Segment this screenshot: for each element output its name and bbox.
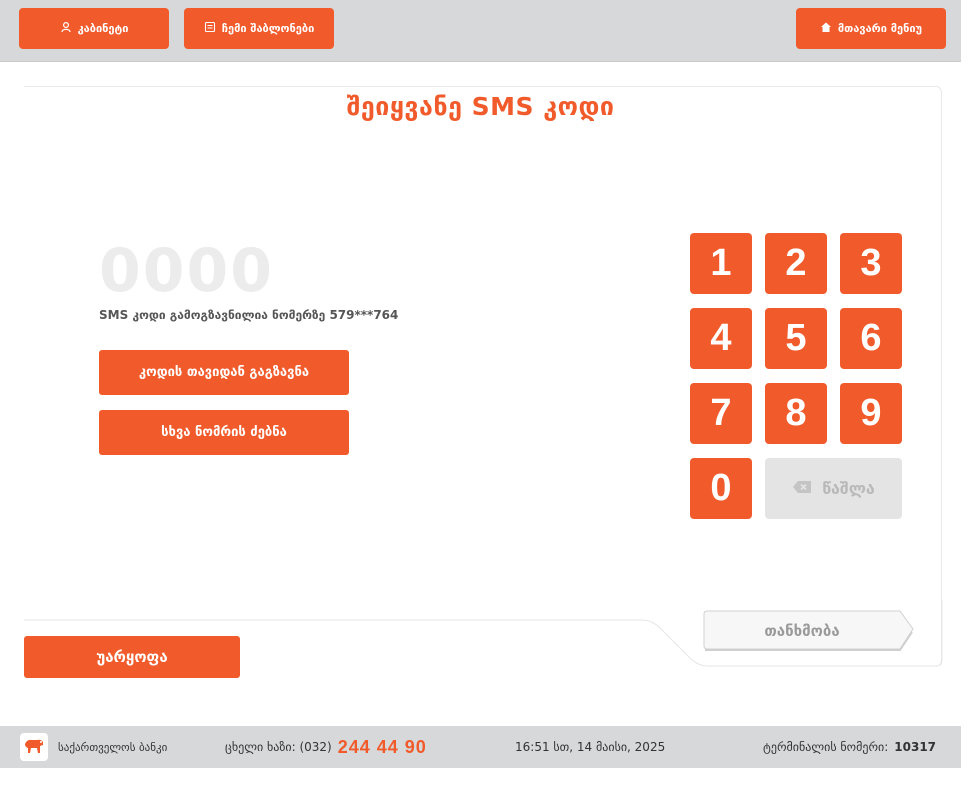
terminal-label: ტერმინალის ნომერი: xyxy=(763,740,889,754)
key-7[interactable]: 7 xyxy=(690,383,752,444)
agree-button[interactable]: თანხმობა xyxy=(702,610,902,652)
terminal-info: ტერმინალის ნომერი: 10317 xyxy=(763,726,936,768)
main-menu-label: მთავარი მენიუ xyxy=(837,22,923,35)
key-3[interactable]: 3 xyxy=(840,233,902,294)
cabinet-button[interactable]: კაბინეტი xyxy=(19,8,169,49)
template-icon xyxy=(204,21,216,36)
sms-sent-note: SMS კოდი გამოგზავნილია ნომერზე 579***764 xyxy=(99,308,399,322)
cabinet-label: კაბინეტი xyxy=(77,22,129,35)
delete-button[interactable]: წაშლა xyxy=(765,458,902,519)
sms-code-input[interactable]: 0000 xyxy=(99,236,274,306)
home-icon xyxy=(820,21,832,36)
key-2[interactable]: 2 xyxy=(765,233,827,294)
key-6[interactable]: 6 xyxy=(840,308,902,369)
key-8[interactable]: 8 xyxy=(765,383,827,444)
backspace-icon xyxy=(792,479,812,498)
footer-bar: საქართველოს ბანკი ცხელი ხაზი: (032) 244 … xyxy=(0,726,961,768)
reject-button[interactable]: უარყოფა xyxy=(24,636,240,678)
key-0[interactable]: 0 xyxy=(690,458,752,519)
resend-code-button[interactable]: კოდის თავიდან გაგზავნა xyxy=(99,350,349,395)
user-icon xyxy=(60,21,72,36)
bank-logo-icon xyxy=(20,733,48,761)
terminal-number: 10317 xyxy=(894,740,937,754)
key-4[interactable]: 4 xyxy=(690,308,752,369)
my-templates-button[interactable]: ჩემი შაბლონები xyxy=(184,8,334,49)
key-5[interactable]: 5 xyxy=(765,308,827,369)
bank-name: საქართველოს ბანკი xyxy=(58,726,167,768)
hotline: ცხელი ხაზი: (032) 244 44 90 xyxy=(225,726,427,768)
other-number-button[interactable]: სხვა ნომრის ძებნა xyxy=(99,410,349,455)
delete-label: წაშლა xyxy=(822,479,875,498)
key-9[interactable]: 9 xyxy=(840,383,902,444)
bank-name-text: საქართველოს ბანკი xyxy=(58,740,168,754)
key-1[interactable]: 1 xyxy=(690,233,752,294)
page-title: შეიყვანე SMS კოდი xyxy=(346,92,615,121)
hotline-label: ცხელი ხაზი: (032) xyxy=(225,740,332,754)
top-bar: კაბინეტი ჩემი შაბლონები მთავარი მენიუ xyxy=(0,0,961,62)
datetime: 16:51 სთ, 14 მაისი, 2025 xyxy=(515,726,665,768)
hotline-number: 244 44 90 xyxy=(337,736,427,757)
main-menu-button[interactable]: მთავარი მენიუ xyxy=(796,8,946,49)
templates-label: ჩემი შაბლონები xyxy=(221,22,315,35)
datetime-text: 16:51 სთ, 14 მაისი, 2025 xyxy=(515,740,666,754)
